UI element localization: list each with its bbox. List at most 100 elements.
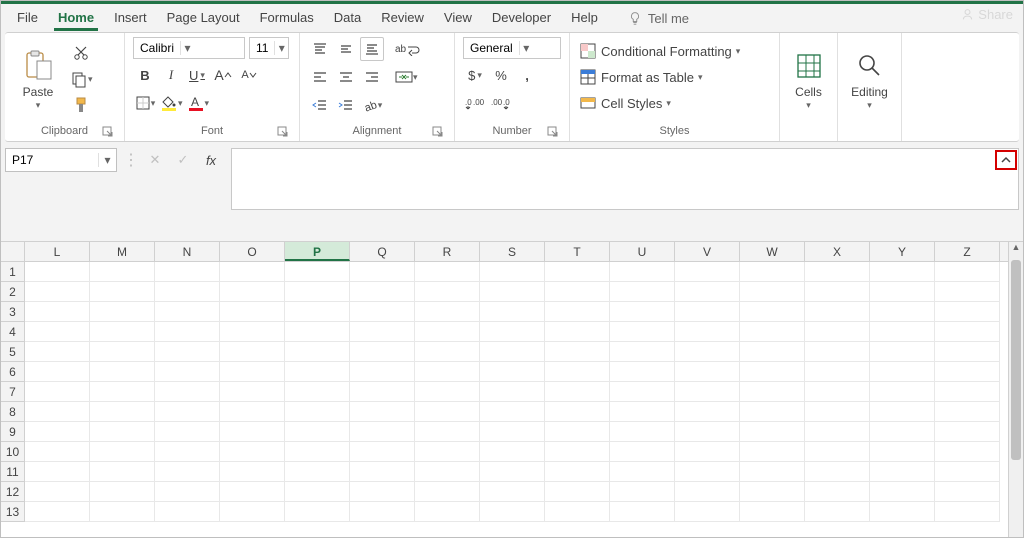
cell[interactable] [805,502,870,522]
cell[interactable] [675,502,740,522]
cell[interactable] [740,362,805,382]
cell[interactable] [805,442,870,462]
cell[interactable] [675,462,740,482]
cell[interactable] [90,322,155,342]
column-header[interactable]: R [415,242,480,261]
column-header[interactable]: Z [935,242,1000,261]
cell[interactable] [415,262,480,282]
cell[interactable] [90,302,155,322]
cell[interactable] [480,362,545,382]
decrease-font-button[interactable]: A [237,63,261,87]
cell[interactable] [155,302,220,322]
cell[interactable] [25,482,90,502]
cell[interactable] [285,262,350,282]
cell[interactable] [155,442,220,462]
cell[interactable] [740,482,805,502]
cell[interactable] [220,362,285,382]
cell[interactable] [350,282,415,302]
cell[interactable] [935,322,1000,342]
cell[interactable] [155,322,220,342]
cell[interactable] [480,502,545,522]
cell[interactable] [740,382,805,402]
cell[interactable] [545,502,610,522]
row-header[interactable]: 9 [1,422,25,442]
scrollbar-thumb[interactable] [1011,260,1021,460]
row-header[interactable]: 13 [1,502,25,522]
cell[interactable] [935,362,1000,382]
vertical-scrollbar[interactable]: ▲ [1008,242,1023,537]
cell[interactable] [935,502,1000,522]
cell[interactable] [25,282,90,302]
cell[interactable] [870,422,935,442]
cell[interactable] [285,322,350,342]
cell[interactable] [480,382,545,402]
bold-button[interactable]: B [133,63,157,87]
cell[interactable] [935,442,1000,462]
cell[interactable] [90,382,155,402]
cell[interactable] [675,442,740,462]
cell[interactable] [935,422,1000,442]
cell[interactable] [935,262,1000,282]
paste-button[interactable]: Paste ▾ [13,37,63,121]
cell[interactable] [285,462,350,482]
cell[interactable] [285,282,350,302]
format-painter-button[interactable] [69,93,94,117]
cell[interactable] [480,282,545,302]
cell[interactable] [415,342,480,362]
cell[interactable] [350,262,415,282]
insert-function-button[interactable]: fx [199,148,223,172]
align-top-button[interactable] [308,37,332,61]
cell[interactable] [480,302,545,322]
cell[interactable] [220,382,285,402]
cell[interactable] [480,442,545,462]
cell[interactable] [350,322,415,342]
column-header[interactable]: X [805,242,870,261]
column-header[interactable]: Y [870,242,935,261]
column-header[interactable]: W [740,242,805,261]
cell[interactable] [25,262,90,282]
cell[interactable] [740,502,805,522]
editing-button[interactable]: Editing ▾ [846,37,893,121]
cell[interactable] [675,342,740,362]
cell[interactable] [285,482,350,502]
font-size-combo[interactable]: 11▾ [249,37,289,59]
cell[interactable] [870,482,935,502]
tab-page-layout[interactable]: Page Layout [157,4,250,32]
cell[interactable] [805,282,870,302]
cell[interactable] [220,262,285,282]
cell[interactable] [220,462,285,482]
cell[interactable] [350,482,415,502]
cell[interactable] [935,382,1000,402]
cell[interactable] [675,302,740,322]
cell[interactable] [350,442,415,462]
cell[interactable] [90,282,155,302]
cell[interactable] [870,282,935,302]
cell[interactable] [155,422,220,442]
cell[interactable] [805,382,870,402]
font-color-button[interactable]: A▾ [186,91,211,115]
cell[interactable] [415,502,480,522]
cell[interactable] [350,422,415,442]
cell[interactable] [25,382,90,402]
italic-button[interactable]: I [159,63,183,87]
cell[interactable] [805,342,870,362]
cell[interactable] [220,502,285,522]
cell[interactable] [545,422,610,442]
column-header[interactable]: T [545,242,610,261]
cell[interactable] [415,302,480,322]
column-header[interactable]: L [25,242,90,261]
cell[interactable] [415,382,480,402]
borders-button[interactable]: ▾ [133,91,157,115]
cell[interactable] [155,342,220,362]
accounting-format-button[interactable]: $▾ [463,63,487,87]
cell[interactable] [675,282,740,302]
cell[interactable] [610,482,675,502]
cell[interactable] [155,462,220,482]
cells-button[interactable]: Cells ▾ [788,37,829,121]
cell[interactable] [545,442,610,462]
cell[interactable] [610,362,675,382]
increase-indent-button[interactable] [334,93,358,117]
cell[interactable] [870,442,935,462]
cell[interactable] [740,402,805,422]
cell[interactable] [90,402,155,422]
